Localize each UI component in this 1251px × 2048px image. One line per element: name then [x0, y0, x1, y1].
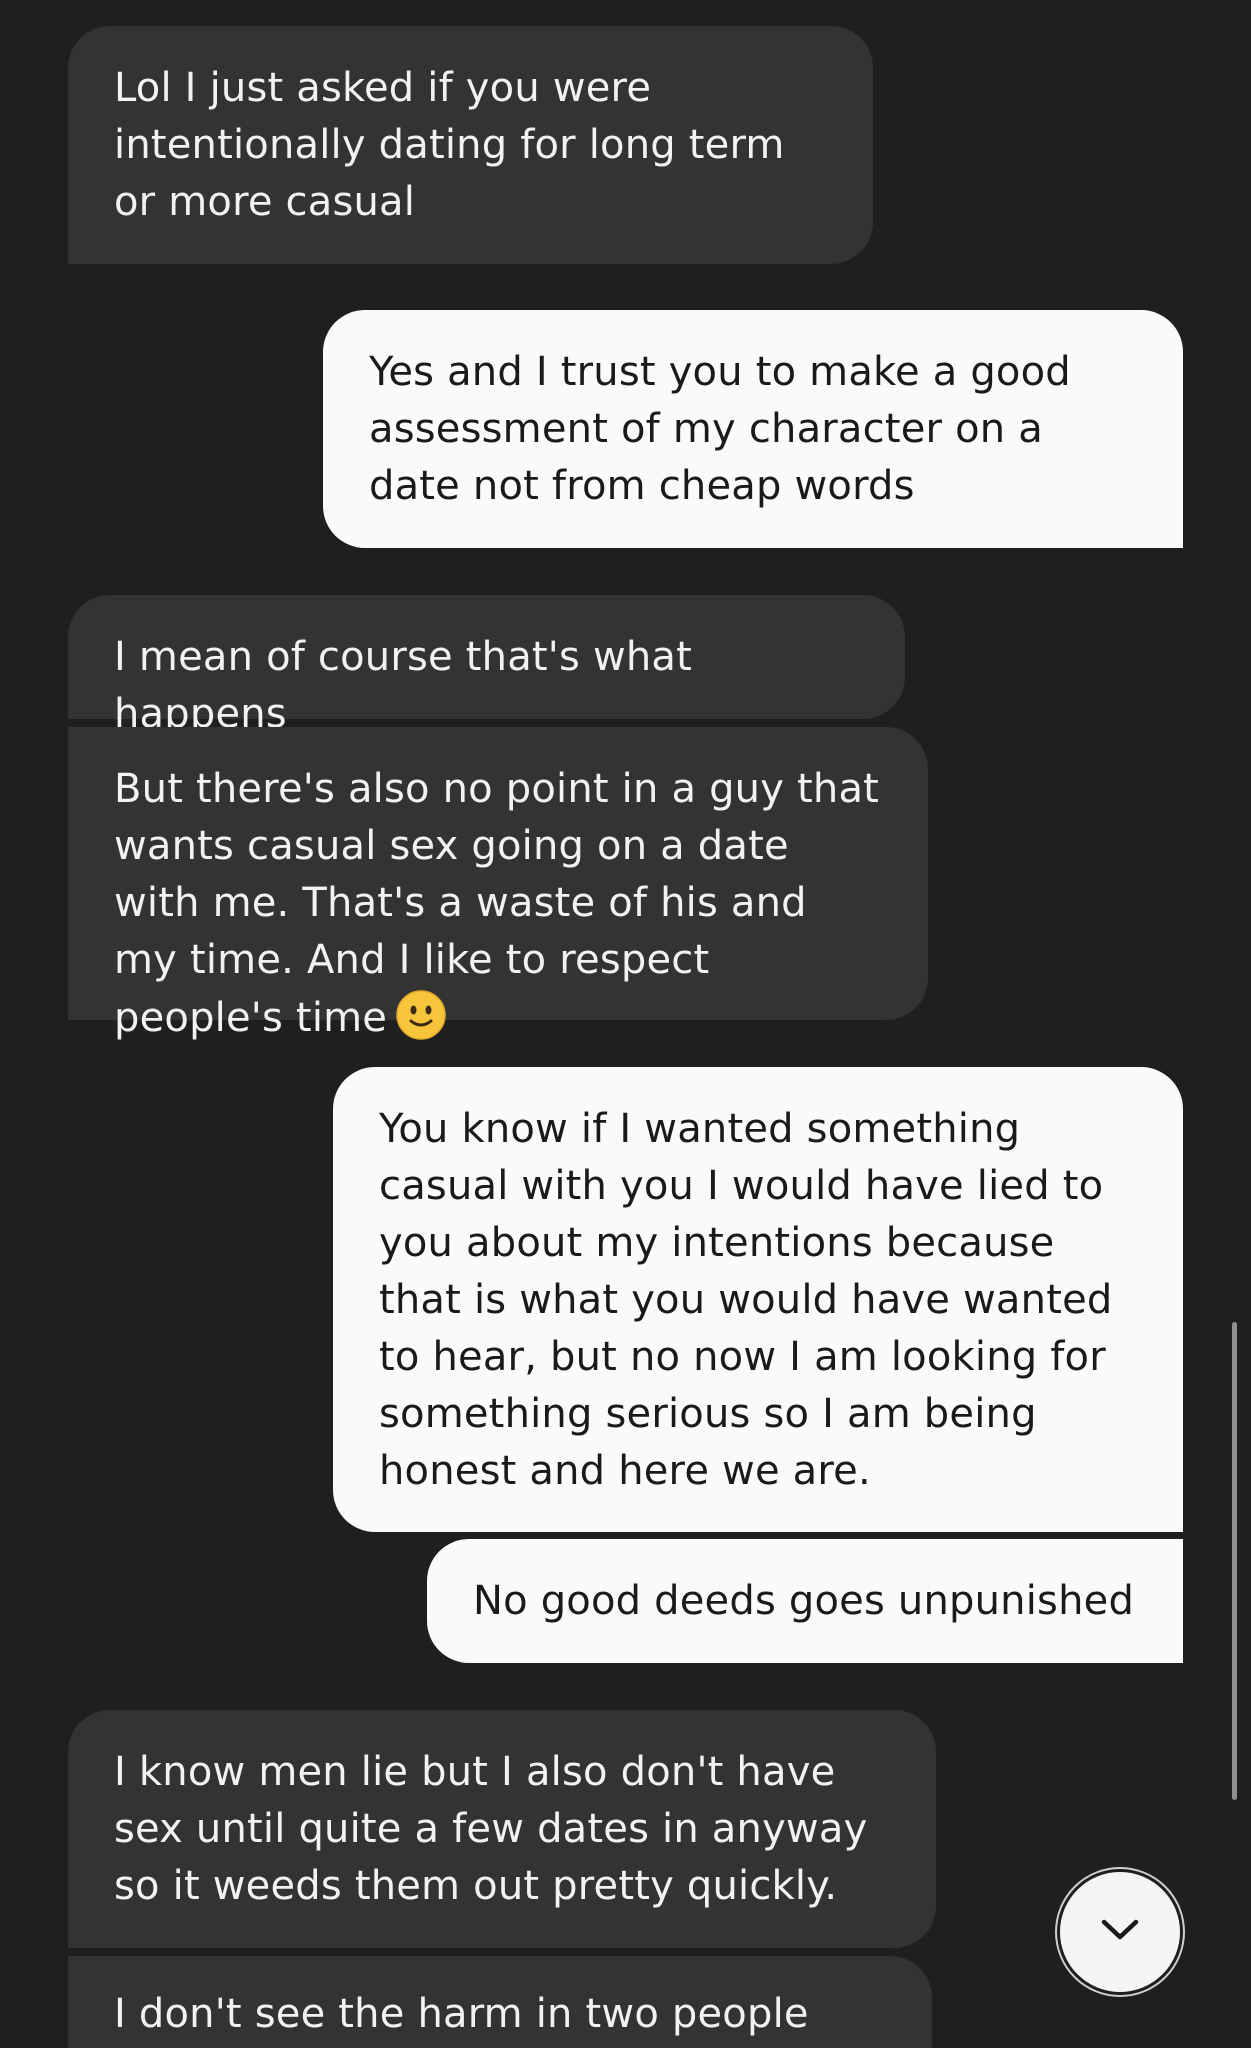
message-text: You know if I wanted something casual wi…	[379, 1106, 1113, 1494]
scroll-to-bottom-button[interactable]	[1057, 1869, 1183, 1995]
message-incoming: I don't see the harm in two people	[68, 1956, 932, 2048]
message-incoming: I know men lie but I also don't have sex…	[68, 1710, 936, 1948]
message-text: I don't see the harm in two people	[114, 1991, 809, 2037]
scrollbar-thumb[interactable]	[1232, 1322, 1237, 1800]
message-incoming: I mean of course that's what happens	[68, 595, 905, 737]
message-text: I mean of course that's what happens	[114, 634, 693, 737]
message-text: Lol I just asked if you were intentional…	[114, 65, 785, 225]
chevron-down-icon	[1098, 1915, 1142, 1949]
message-outgoing: You know if I wanted something casual wi…	[333, 1067, 1183, 1532]
message-incoming: But there's also no point in a guy that …	[68, 727, 928, 1041]
message-text: I know men lie but I also don't have sex…	[114, 1749, 868, 1909]
slightly-smiling-face-icon	[395, 989, 447, 1041]
message-text: Yes and I trust you to make a good asses…	[369, 349, 1071, 509]
message-text: But there's also no point in a guy that …	[114, 766, 880, 1041]
message-outgoing: Yes and I trust you to make a good asses…	[323, 310, 1183, 548]
message-incoming: Lol I just asked if you were intentional…	[68, 26, 873, 264]
message-text: No good deeds goes unpunished	[473, 1578, 1135, 1624]
message-outgoing: No good deeds goes unpunished	[427, 1539, 1183, 1663]
